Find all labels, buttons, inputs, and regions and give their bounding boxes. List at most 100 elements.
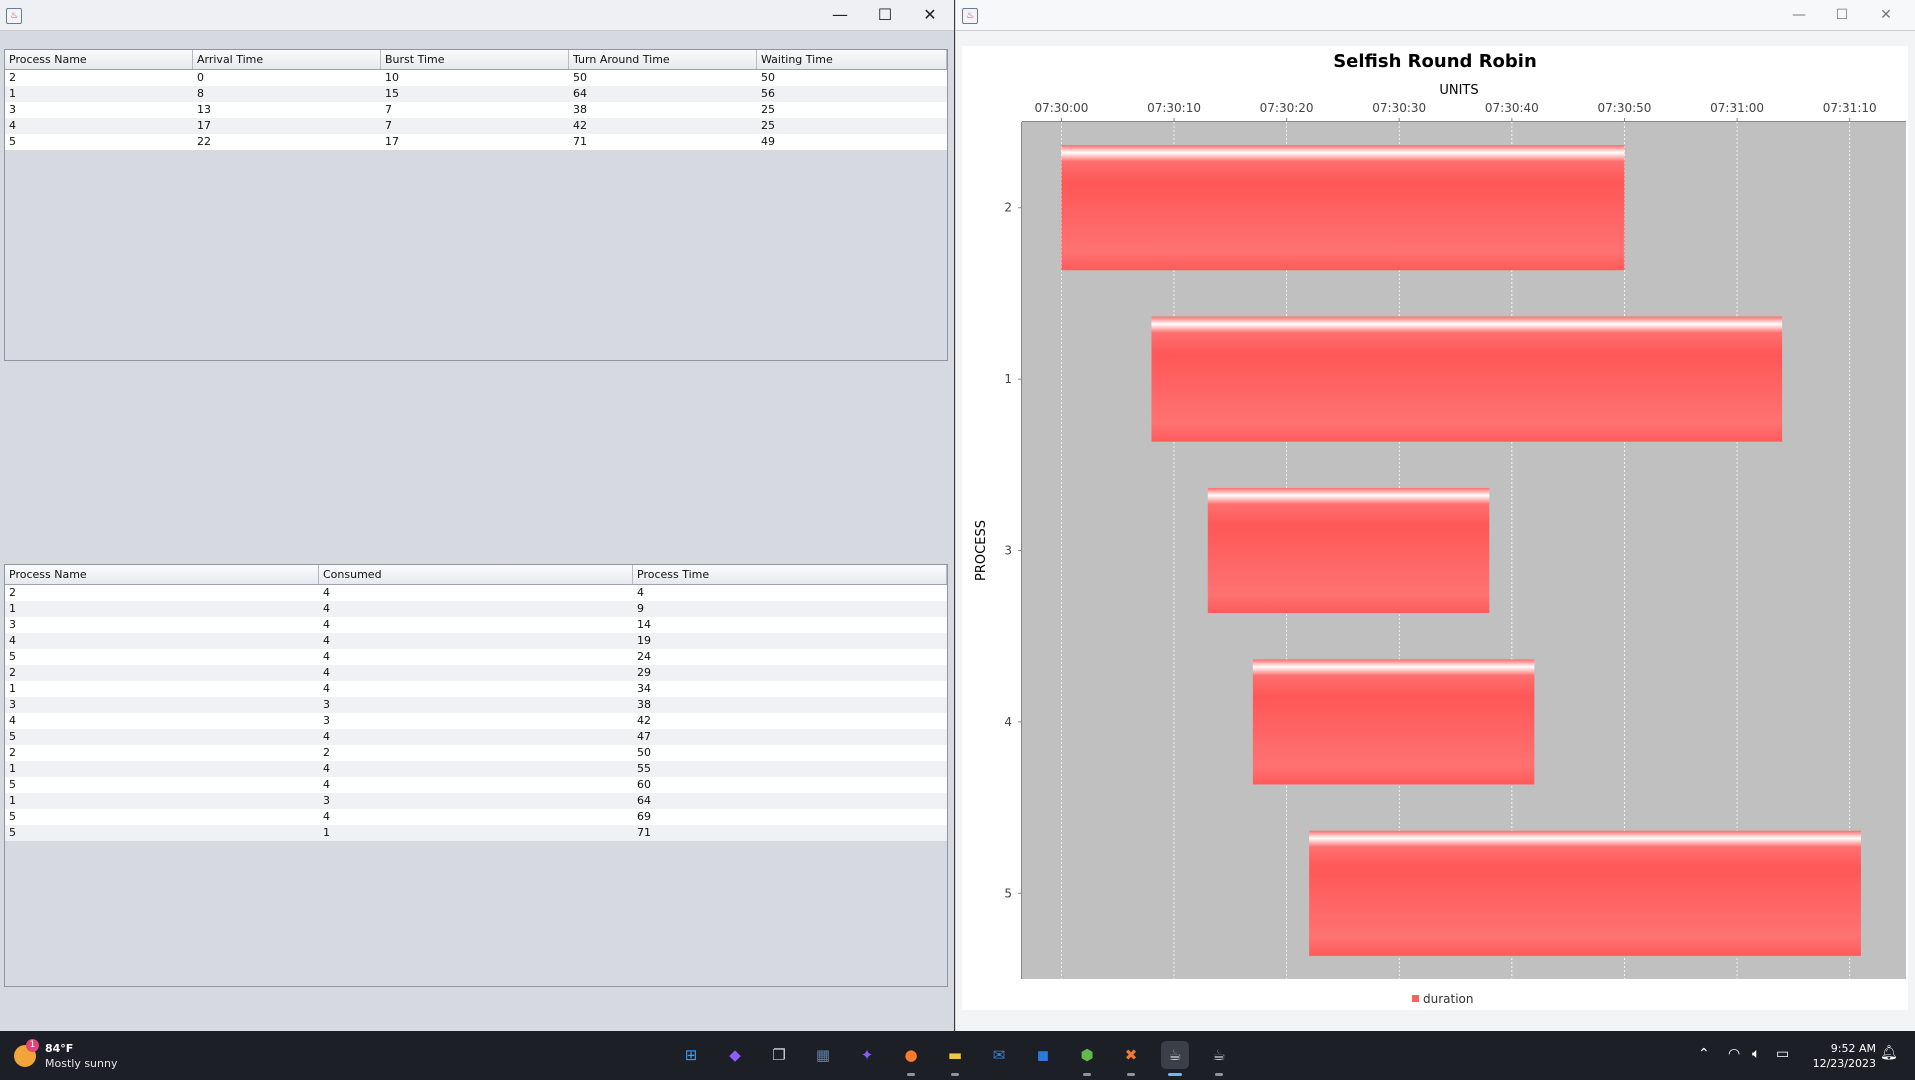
title-bar[interactable]: ♨ — ☐ ✕ <box>956 0 1915 31</box>
table-cell[interactable]: 3 <box>5 697 319 713</box>
table-cell[interactable]: 1 <box>5 793 319 809</box>
wifi-icon[interactable]: ◠ <box>1728 1046 1740 1062</box>
table-row[interactable]: 2 0 10 50 50 <box>5 70 947 86</box>
table-cell[interactable]: 25 <box>757 118 947 134</box>
table-cell[interactable]: 3 <box>319 793 633 809</box>
table-cell[interactable]: 4 <box>5 633 319 649</box>
table-cell[interactable]: 24 <box>633 649 947 665</box>
column-header[interactable]: Process Time <box>633 565 947 584</box>
table-row[interactable]: 3 13 7 38 25 <box>5 102 947 118</box>
table-row[interactable]: 149 <box>5 601 947 617</box>
maximize-button[interactable]: ☐ <box>865 4 905 26</box>
table-cell[interactable]: 4 <box>633 585 947 601</box>
table-cell[interactable]: 2 <box>5 585 319 601</box>
table-cell[interactable]: 1 <box>5 761 319 777</box>
start-icon[interactable]: ⊞ <box>677 1041 705 1069</box>
table-body[interactable]: 2 0 10 50 50 1 8 15 64 56 3 13 7 38 25 4 17 7 42 25 5 22 17 71 4… <box>5 70 947 150</box>
table-cell[interactable]: 38 <box>633 697 947 713</box>
column-header[interactable]: Process Name <box>5 565 319 584</box>
copilot-icon[interactable]: ◆ <box>721 1041 749 1069</box>
table-row[interactable]: 1 4 34 <box>5 681 947 697</box>
table-cell[interactable]: 10 <box>381 70 569 86</box>
file-explorer-icon[interactable]: ▬ <box>941 1041 969 1069</box>
table-cell[interactable]: 0 <box>193 70 381 86</box>
calculator-icon[interactable]: ▦ <box>809 1041 837 1069</box>
table-cell[interactable]: 4 <box>319 585 633 601</box>
table-cell[interactable]: 3 <box>5 102 193 118</box>
messenger-icon[interactable]: ✦ <box>853 1041 881 1069</box>
table-cell[interactable]: 9 <box>633 601 947 617</box>
table-cell[interactable]: 5 <box>5 777 319 793</box>
table-row[interactable]: 4 3 42 <box>5 713 947 729</box>
table-cell[interactable]: 49 <box>757 134 947 150</box>
column-header[interactable]: Process Name <box>5 50 193 69</box>
execution-log-table[interactable]: Process Name Consumed Process Time 2441493… <box>4 564 948 987</box>
table-row[interactable]: 5 22 17 71 49 <box>5 134 947 150</box>
table-cell[interactable]: 50 <box>633 745 947 761</box>
table-cell[interactable]: 1 <box>5 681 319 697</box>
table-cell[interactable]: 4 <box>319 649 633 665</box>
table-cell[interactable]: 50 <box>569 70 757 86</box>
column-header[interactable]: Arrival Time <box>193 50 381 69</box>
table-cell[interactable]: 2 <box>319 745 633 761</box>
task-view-icon[interactable]: ❐ <box>765 1041 793 1069</box>
table-row[interactable]: 2 2 50 <box>5 745 947 761</box>
table-cell[interactable]: 22 <box>193 134 381 150</box>
table-cell[interactable]: 64 <box>569 86 757 102</box>
table-cell[interactable]: 69 <box>633 809 947 825</box>
table-cell[interactable]: 15 <box>381 86 569 102</box>
table-row[interactable]: 5 1 71 <box>5 825 947 841</box>
table-cell[interactable]: 19 <box>633 633 947 649</box>
table-cell[interactable]: 8 <box>193 86 381 102</box>
table-cell[interactable]: 4 <box>319 761 633 777</box>
close-button[interactable]: ✕ <box>1866 4 1906 26</box>
table-cell[interactable]: 4 <box>319 633 633 649</box>
table-cell[interactable]: 4 <box>5 118 193 134</box>
table-cell[interactable]: 4 <box>319 777 633 793</box>
table-cell[interactable]: 4 <box>319 681 633 697</box>
table-cell[interactable]: 5 <box>5 134 193 150</box>
table-cell[interactable]: 4 <box>319 665 633 681</box>
table-row[interactable]: 5 4 60 <box>5 777 947 793</box>
table-cell[interactable]: 60 <box>633 777 947 793</box>
table-cell[interactable]: 17 <box>381 134 569 150</box>
table-row[interactable]: 5 4 69 <box>5 809 947 825</box>
table-cell[interactable]: 4 <box>319 617 633 633</box>
close-button[interactable]: ✕ <box>910 4 950 26</box>
minimize-button[interactable]: — <box>1779 4 1819 26</box>
table-row[interactable]: 1 4 55 <box>5 761 947 777</box>
table-cell[interactable]: 47 <box>633 729 947 745</box>
volume-icon[interactable]: 🔈︎ <box>1752 1046 1760 1062</box>
table-cell[interactable]: 17 <box>193 118 381 134</box>
column-header[interactable]: Consumed <box>319 565 633 584</box>
table-cell[interactable]: 50 <box>757 70 947 86</box>
table-cell[interactable]: 1 <box>319 825 633 841</box>
table-cell[interactable]: 1 <box>5 601 319 617</box>
table-row[interactable]: 4 17 7 42 25 <box>5 118 947 134</box>
table-row[interactable]: 5 4 24 <box>5 649 947 665</box>
java-app-icon-2[interactable]: ☕ <box>1205 1041 1233 1069</box>
table-cell[interactable]: 34 <box>633 681 947 697</box>
firefox-icon[interactable]: ● <box>897 1041 925 1069</box>
table-cell[interactable]: 14 <box>633 617 947 633</box>
table-row[interactable]: 5 4 47 <box>5 729 947 745</box>
table-cell[interactable]: 42 <box>633 713 947 729</box>
table-row[interactable]: 3 3 38 <box>5 697 947 713</box>
java-app-icon-1[interactable]: ☕ <box>1161 1041 1189 1069</box>
title-bar[interactable]: ♨ — ☐ ✕ <box>0 0 954 31</box>
table-body[interactable]: 2 4 4 1 4 9 3 4 14 4 4 19 5 4 24 2 4 29 1 4 34 3 3 38 4 3 42 5 4 47 2 2… <box>5 585 947 841</box>
table-cell[interactable]: 5 <box>5 649 319 665</box>
table-cell[interactable]: 4 <box>319 809 633 825</box>
maximize-button[interactable]: ☐ <box>1822 4 1862 26</box>
table-row[interactable]: 1 3 64 <box>5 793 947 809</box>
table-cell[interactable]: 71 <box>569 134 757 150</box>
app-cube-icon[interactable]: ⬢ <box>1073 1041 1101 1069</box>
table-row[interactable]: 3 4 14 <box>5 617 947 633</box>
table-cell[interactable]: 71 <box>633 825 947 841</box>
notifications-bell-icon[interactable]: 🔔︎ <box>1880 1045 1898 1061</box>
table-cell[interactable]: 38 <box>569 102 757 118</box>
table-cell[interactable]: 2 <box>5 745 319 761</box>
battery-icon[interactable]: ▭ <box>1776 1046 1789 1062</box>
table-cell[interactable]: 5 <box>5 809 319 825</box>
table-cell[interactable]: 42 <box>569 118 757 134</box>
